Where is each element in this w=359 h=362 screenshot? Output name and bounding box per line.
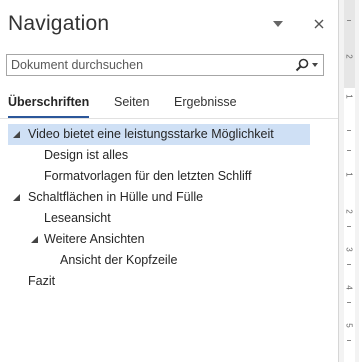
ruler-number: 1 bbox=[344, 172, 354, 177]
ruler-tick bbox=[347, 130, 351, 131]
ruler-tick bbox=[347, 20, 351, 21]
heading-label: Schaltflächen in Hülle und Fülle bbox=[28, 190, 204, 204]
heading-item[interactable]: Fazit bbox=[8, 271, 310, 292]
heading-label: Ansicht der Kopfzeile bbox=[60, 253, 178, 267]
ruler-tick bbox=[347, 226, 351, 227]
tab-results[interactable]: Ergebnisse bbox=[174, 95, 237, 109]
heading-label: Video bietet eine leistungsstarke Möglic… bbox=[28, 127, 274, 141]
close-icon bbox=[314, 19, 324, 29]
heading-item[interactable]: Design ist alles bbox=[8, 145, 310, 166]
ruler-number: 5 bbox=[344, 323, 354, 328]
ruler-tick bbox=[347, 264, 351, 265]
ruler-tick bbox=[347, 150, 351, 151]
search-input[interactable] bbox=[11, 57, 281, 73]
ruler-number: 2 bbox=[344, 209, 354, 214]
heading-label: Fazit bbox=[28, 274, 56, 288]
ruler-number: 2 bbox=[344, 54, 354, 59]
ruler-number: 3 bbox=[344, 247, 354, 252]
heading-label: Leseansicht bbox=[44, 211, 111, 225]
pane-title: Navigation bbox=[8, 12, 110, 35]
close-pane-button[interactable] bbox=[309, 14, 329, 34]
ruler-number: 4 bbox=[344, 285, 354, 290]
ruler-tick bbox=[347, 340, 351, 341]
navigation-pane: Navigation Überschriften Seiten Ergebnis… bbox=[0, 0, 338, 362]
heading-item[interactable]: Schaltflächen in Hülle und Fülle bbox=[8, 187, 310, 208]
search-icon bbox=[295, 58, 308, 72]
ruler-number: 1 bbox=[344, 94, 354, 99]
tab-headings[interactable]: Überschriften bbox=[8, 95, 90, 118]
heading-label: Weitere Ansichten bbox=[44, 232, 145, 246]
ruler-tick bbox=[347, 302, 351, 303]
tab-pages[interactable]: Seiten bbox=[114, 95, 149, 109]
vertical-ruler[interactable]: 2 1 1 2 3 4 5 bbox=[338, 0, 359, 362]
pane-options-button[interactable] bbox=[268, 14, 288, 34]
heading-item[interactable]: Leseansicht bbox=[8, 208, 310, 229]
heading-item[interactable]: Ansicht der Kopfzeile bbox=[8, 250, 310, 271]
heading-label: Formatvorlagen für den letzten Schliff bbox=[44, 169, 252, 183]
tab-divider bbox=[0, 118, 338, 119]
search-options-button[interactable] bbox=[291, 56, 321, 74]
chevron-down-icon bbox=[311, 63, 318, 67]
collapse-triangle-icon[interactable] bbox=[28, 229, 40, 250]
collapse-triangle-icon[interactable] bbox=[10, 124, 22, 145]
heading-label: Design ist alles bbox=[44, 148, 129, 162]
collapse-triangle-icon[interactable] bbox=[10, 187, 22, 208]
heading-item[interactable]: Weitere Ansichten bbox=[8, 229, 310, 250]
heading-item[interactable]: Video bietet eine leistungsstarke Möglic… bbox=[8, 124, 310, 145]
chevron-down-icon bbox=[273, 21, 283, 27]
heading-item[interactable]: Formatvorlagen für den letzten Schliff bbox=[8, 166, 310, 187]
search-box bbox=[6, 54, 324, 76]
